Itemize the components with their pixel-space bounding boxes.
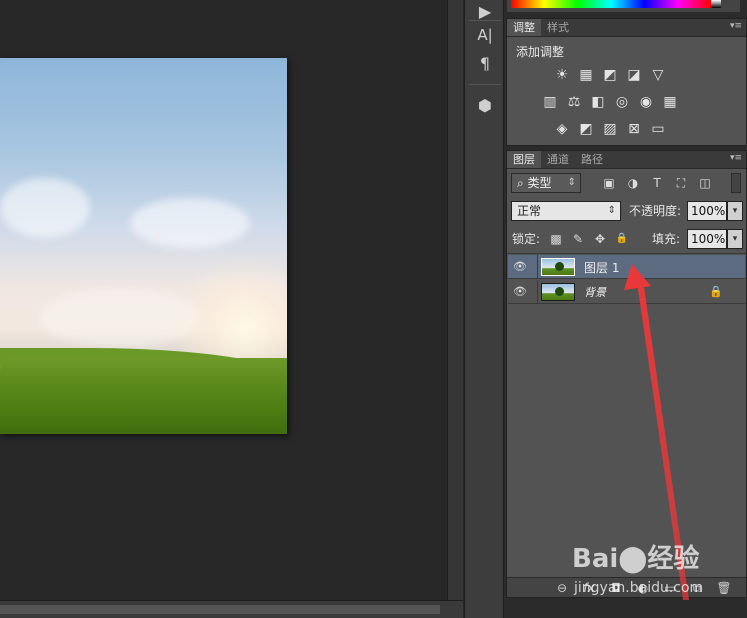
- blend-opacity-row: 正常 ⇕ 不透明度: 100% ▾: [511, 201, 744, 223]
- search-icon: ⌕: [517, 176, 528, 190]
- hue-saturation-icon[interactable]: ▥: [541, 93, 559, 111]
- pixel-filter-icon[interactable]: ▣: [601, 175, 617, 191]
- lock-image-pixels-icon[interactable]: ✎: [571, 232, 585, 246]
- smart-object-filter-icon[interactable]: ◫: [697, 175, 713, 191]
- opacity-field[interactable]: 100%: [687, 201, 727, 221]
- tree-shape: [555, 287, 564, 296]
- opacity-dropdown-button[interactable]: ▾: [727, 201, 743, 221]
- panel-menu-icon[interactable]: ▾≡: [730, 21, 742, 31]
- canvas-vertical-scrollbar[interactable]: [447, 0, 463, 600]
- canvas-area[interactable]: [0, 0, 447, 600]
- tree-shape: [555, 262, 564, 271]
- layer-name[interactable]: 背景: [584, 284, 606, 300]
- layer-row[interactable]: 👁 背景 🔒: [508, 280, 745, 304]
- opacity-label: 不透明度:: [629, 204, 682, 218]
- layers-footer: ⊖ fx ◘ ◐ ▭ ⧉ 🗑: [507, 577, 746, 597]
- eye-icon[interactable]: 👁: [513, 260, 527, 274]
- fill-label: 填充:: [652, 232, 681, 246]
- filter-type-label: 类型: [527, 176, 552, 190]
- layer-filter-row: ⌕ 类型 ⇕ ▣ ◑ T ⛶ ◫: [511, 173, 744, 195]
- selective-color-icon[interactable]: ⊠: [625, 120, 643, 138]
- link-layers-icon[interactable]: ⊖: [554, 580, 570, 596]
- levels-icon[interactable]: ▦: [577, 66, 595, 84]
- column-divider: [537, 280, 538, 304]
- filter-toggle-switch[interactable]: [731, 173, 741, 193]
- layer-filter-select[interactable]: ⌕ 类型 ⇕: [511, 173, 581, 193]
- adjustment-icons-row-2: ▥ ⚖ ◧ ◎ ◉ ▦: [541, 93, 679, 111]
- document-image[interactable]: [0, 58, 287, 434]
- paragraph-icon[interactable]: ¶: [473, 52, 497, 74]
- type-filter-icon[interactable]: T: [649, 175, 665, 191]
- channel-mixer-icon[interactable]: ◉: [637, 93, 655, 111]
- curves-icon[interactable]: ◩: [601, 66, 619, 84]
- layers-tabs: 图层 通道 路径 ▾≡: [507, 151, 746, 169]
- blend-mode-value: 正常: [517, 204, 542, 218]
- lock-icon: 🔒: [709, 285, 723, 298]
- adjustment-icons-row-3: ◈ ◩ ▨ ⊠ ▭: [553, 120, 667, 138]
- vibrance-icon[interactable]: ▽: [649, 66, 667, 84]
- strip-divider: [469, 84, 501, 85]
- tab-layers[interactable]: 图层: [507, 151, 541, 168]
- adjustments-title: 添加调整: [516, 45, 565, 59]
- blend-mode-select[interactable]: 正常 ⇕: [511, 201, 621, 221]
- layer-thumbnail: [541, 258, 575, 276]
- column-divider: [537, 255, 538, 279]
- grass-field: [0, 358, 287, 434]
- adjustment-icons-row-1: ☀ ▦ ◩ ◪ ▽: [553, 66, 667, 84]
- canvas-horizontal-scrollbar[interactable]: [0, 600, 463, 618]
- adjustments-panel: 调整 样式 ▾≡ 添加调整 ☀ ▦ ◩ ◪ ▽ ▥ ⚖ ◧ ◎ ◉ ▦ ◈ ◩ …: [506, 18, 747, 146]
- panel-menu-icon[interactable]: ▾≡: [730, 153, 742, 163]
- color-spectrum[interactable]: [511, 0, 711, 8]
- tab-paths[interactable]: 路径: [575, 151, 609, 168]
- fx-icon[interactable]: fx: [581, 580, 597, 596]
- shape-filter-icon[interactable]: ⛶: [673, 175, 689, 191]
- character-icon[interactable]: A|: [473, 24, 497, 46]
- lock-label: 锁定:: [512, 232, 541, 246]
- play-icon[interactable]: ▶: [473, 0, 497, 22]
- adjustments-tabs: 调整 样式 ▾≡: [507, 19, 746, 37]
- dropdown-arrow-icon: ⇕: [567, 177, 576, 188]
- invert-icon[interactable]: ◈: [553, 120, 571, 138]
- tab-adjustments[interactable]: 调整: [507, 19, 541, 36]
- color-lookup-icon[interactable]: ▦: [661, 93, 679, 111]
- color-balance-icon[interactable]: ⚖: [565, 93, 583, 111]
- add-mask-icon[interactable]: ◘: [608, 580, 624, 596]
- black-white-swatch[interactable]: [711, 0, 721, 8]
- panel-divider: [507, 253, 746, 254]
- adjustment-filter-icon[interactable]: ◑: [625, 175, 641, 191]
- panel-icon-strip: ▶ A| ¶ ⬢: [464, 0, 504, 618]
- posterize-icon[interactable]: ◩: [577, 120, 595, 138]
- layers-panel: 图层 通道 路径 ▾≡ ⌕ 类型 ⇕ ▣ ◑ T ⛶ ◫ 正常 ⇕ 不透明度: …: [506, 150, 747, 598]
- lock-position-icon[interactable]: ✥: [593, 232, 607, 246]
- tab-channels[interactable]: 通道: [541, 151, 575, 168]
- adjustment-layer-icon[interactable]: ◐: [635, 580, 651, 596]
- threshold-icon[interactable]: ▨: [601, 120, 619, 138]
- dropdown-arrow-icon: ⇕: [607, 205, 616, 216]
- tab-styles[interactable]: 样式: [541, 19, 575, 36]
- layer-name[interactable]: 图层 1: [584, 259, 619, 276]
- scrollbar-thumb[interactable]: [0, 605, 440, 614]
- layer-thumbnail: [541, 283, 575, 301]
- 3d-cube-icon[interactable]: ⬢: [473, 94, 497, 116]
- photo-filter-icon[interactable]: ◎: [613, 93, 631, 111]
- cloud-shape: [130, 198, 250, 248]
- fill-field[interactable]: 100%: [687, 229, 727, 249]
- lock-transparent-pixels-icon[interactable]: ▩: [549, 232, 563, 246]
- fill-dropdown-button[interactable]: ▾: [727, 229, 743, 249]
- exposure-icon[interactable]: ◪: [625, 66, 643, 84]
- layer-row[interactable]: 👁 图层 1: [508, 255, 745, 279]
- black-white-icon[interactable]: ◧: [589, 93, 607, 111]
- gradient-map-icon[interactable]: ▭: [649, 120, 667, 138]
- strip-divider: [469, 20, 501, 21]
- cloud-shape: [0, 178, 90, 238]
- new-layer-icon[interactable]: ⧉: [689, 580, 705, 596]
- lock-all-icon[interactable]: 🔒: [615, 232, 629, 246]
- color-spectrum-strip[interactable]: [507, 0, 740, 12]
- trash-icon[interactable]: 🗑: [716, 580, 732, 596]
- lock-fill-row: 锁定: ▩ ✎ ✥ 🔒 填充: 100% ▾: [511, 229, 744, 251]
- eye-icon[interactable]: 👁: [513, 285, 527, 299]
- new-group-icon[interactable]: ▭: [662, 580, 678, 596]
- brightness-contrast-icon[interactable]: ☀: [553, 66, 571, 84]
